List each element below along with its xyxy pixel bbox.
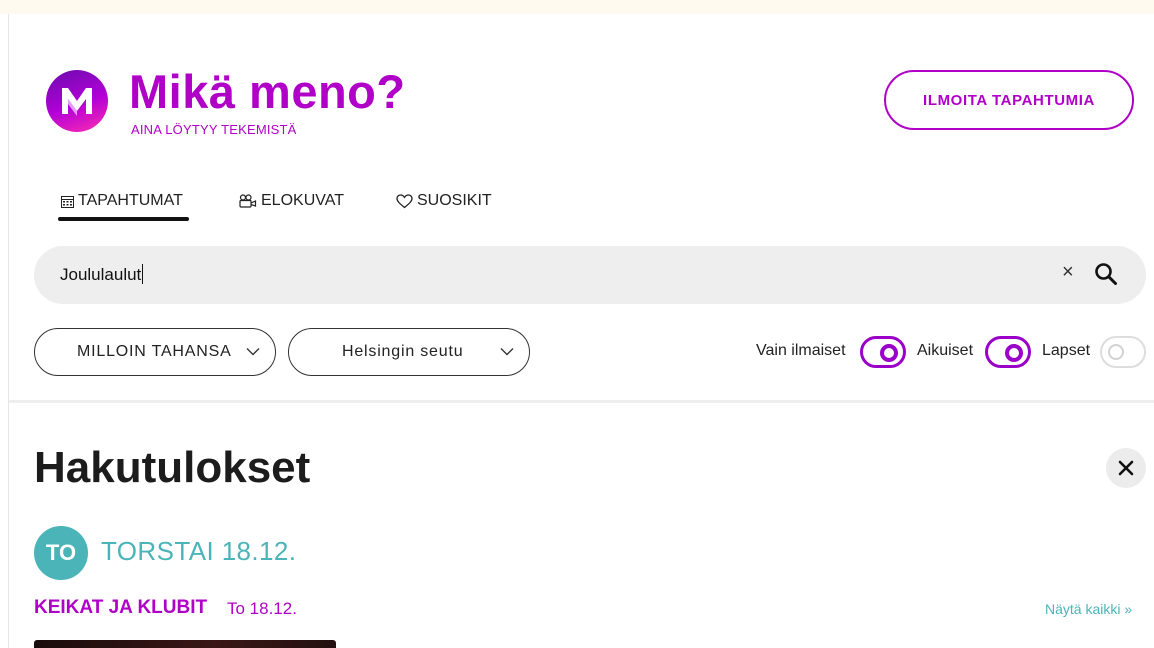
free-only-toggle[interactable] — [860, 336, 906, 368]
tab-events[interactable]: TAPAHTUMAT — [61, 192, 183, 210]
adults-label: Aikuiset — [917, 342, 974, 359]
chevron-down-icon — [500, 348, 514, 356]
area-filter-value: Helsingin seutu — [342, 343, 464, 360]
site-title[interactable]: Mikä meno? — [129, 64, 406, 119]
adults-toggle[interactable] — [985, 336, 1031, 368]
time-filter-value: MILLOIN TAHANSA — [77, 343, 232, 360]
search-icon[interactable] — [1094, 262, 1118, 291]
close-icon[interactable]: × — [1062, 261, 1074, 284]
top-strip — [0, 0, 1154, 14]
site-tagline: AINA LÖYTYY TEKEMISTÄ — [131, 122, 297, 137]
search-bar[interactable]: Joululaulut × — [34, 246, 1146, 304]
tab-movies-label: ELOKUVAT — [261, 192, 344, 209]
see-all-link[interactable]: Näytä kaikki » — [1045, 601, 1132, 617]
children-label: Lapset — [1042, 342, 1091, 359]
section-divider — [9, 400, 1154, 403]
day-badge: TO — [34, 526, 88, 580]
calendar-icon — [61, 195, 74, 208]
event-thumbnail[interactable] — [34, 640, 336, 648]
active-tab-indicator — [58, 217, 189, 221]
time-filter-dropdown[interactable]: MILLOIN TAHANSA — [34, 328, 276, 376]
close-icon — [1118, 460, 1134, 476]
left-border — [8, 14, 9, 648]
category-title[interactable]: KEIKAT JA KLUBIT — [34, 597, 207, 619]
close-results-button[interactable] — [1106, 448, 1146, 488]
tab-movies[interactable]: ELOKUVAT — [239, 192, 344, 210]
chevron-down-icon — [246, 348, 260, 356]
tab-favorites[interactable]: SUOSIKIT — [396, 192, 492, 210]
results-title: Hakutulokset — [34, 443, 311, 492]
children-toggle[interactable] — [1100, 336, 1146, 368]
mm-logo-icon[interactable] — [46, 70, 108, 132]
search-input[interactable]: Joululaulut — [60, 264, 144, 285]
area-filter-dropdown[interactable]: Helsingin seutu — [288, 328, 530, 376]
tab-events-label: TAPAHTUMAT — [78, 192, 183, 209]
day-heading: TORSTAI 18.12. — [101, 536, 297, 566]
tab-favorites-label: SUOSIKIT — [417, 192, 492, 209]
report-events-button[interactable]: ILMOITA TAPAHTUMIA — [884, 70, 1134, 130]
category-date: To 18.12. — [227, 599, 297, 618]
film-camera-icon — [239, 194, 257, 208]
heart-icon — [396, 193, 413, 209]
free-only-label: Vain ilmaiset — [756, 342, 846, 359]
